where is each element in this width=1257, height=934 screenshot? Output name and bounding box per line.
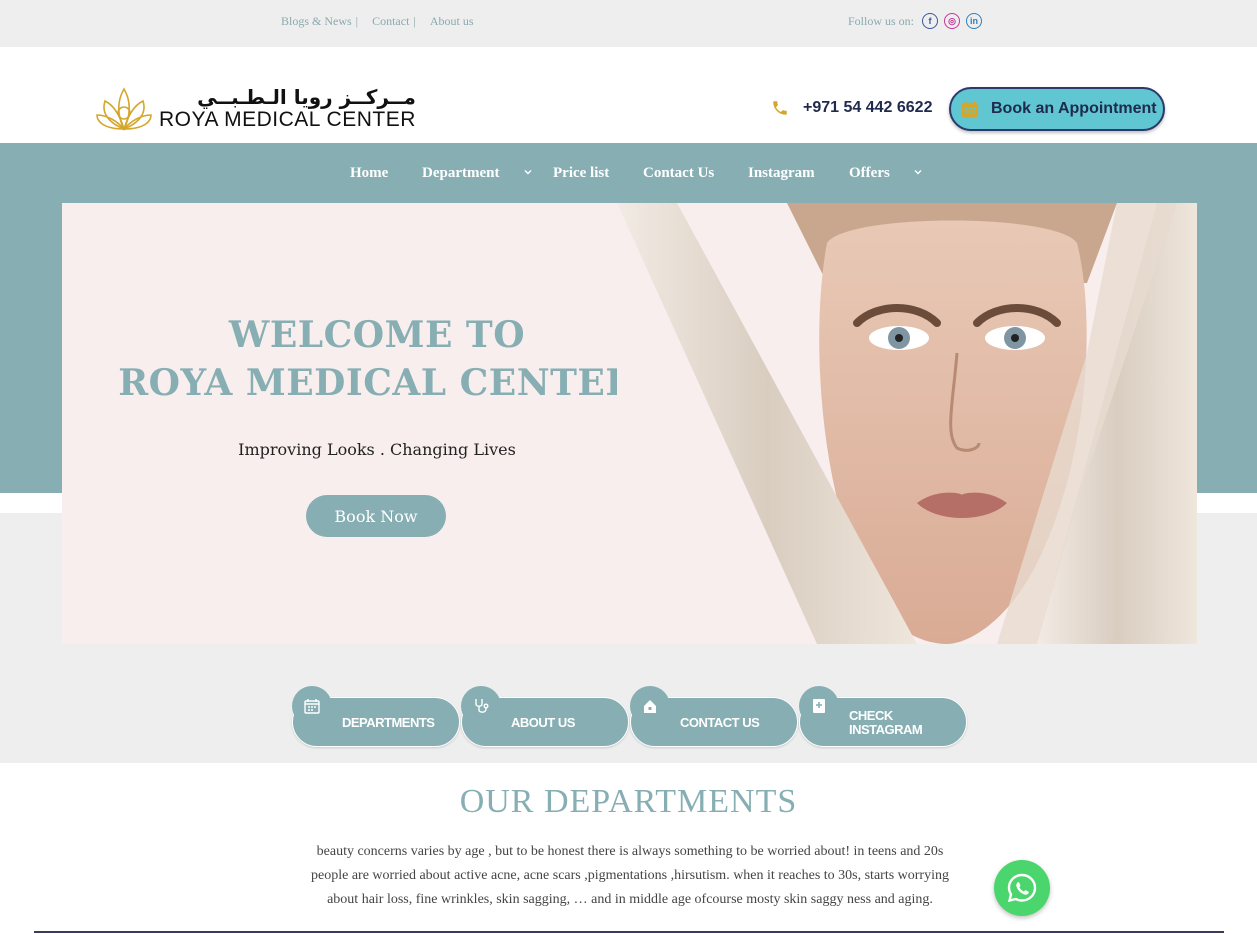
nav-item-home[interactable]: Home [350,165,388,182]
logo-english: ROYA MEDICAL CENTER [159,108,416,131]
top-link-separator: | [413,14,416,28]
contact-us-label: CONTACT US [680,715,760,730]
logo[interactable]: مــركــز رويا الـطـبــي ROYA MEDICAL CEN… [95,85,416,133]
nav-item-instagram[interactable]: Instagram [748,165,815,182]
facebook-icon[interactable]: f [922,13,939,29]
top-links: Blogs & News | Contact | About us [281,14,473,29]
departments-description: beauty concerns varies by age , but to b… [311,844,949,907]
calendar-icon [292,686,332,726]
top-link-contact[interactable]: Contact [372,14,409,29]
calendar-icon [961,100,979,118]
hero-title-line1: WELCOME TO [228,314,526,356]
top-link-blogs[interactable]: Blogs & News [281,14,352,29]
nav-item-price-list[interactable]: Price list [553,165,609,182]
book-now-button[interactable]: Book Now [306,495,446,537]
main-nav: Home Department Price list Contact Us In… [0,143,1257,203]
whatsapp-button[interactable] [994,860,1050,916]
hero-title-line2: ROYA MEDICAL CENTER [118,362,636,404]
book-appointment-button[interactable]: Book an Appointment [949,87,1165,131]
top-bar: Blogs & News | Contact | About us Follow… [0,0,1257,47]
chevron-down-icon[interactable] [523,167,533,177]
departments-label: DEPARTMENTS [342,715,435,730]
hero-banner: WELCOME TO ROYA MEDICAL CENTER Improving… [62,203,1197,644]
logo-arabic: مــركــز رويا الـطـبــي [197,85,416,109]
social-follow: Follow us on: f ◎ in [848,13,983,29]
top-link-separator: | [355,14,359,28]
phone-icon [773,101,787,115]
follow-label: Follow us on: [848,13,915,28]
home-icon [630,686,670,726]
check-instagram-label-line2: INSTAGRAM [849,722,923,737]
linkedin-icon[interactable]: in [966,13,983,29]
bottom-divider [34,931,1224,933]
whatsapp-icon [1007,873,1037,903]
chevron-down-icon[interactable] [913,167,923,177]
departments-heading: OUR DEPARTMENTS [459,783,798,820]
book-icon [799,686,839,726]
stethoscope-icon [461,686,501,726]
lotus-logo-icon [96,87,152,131]
nav-item-department[interactable]: Department [422,165,499,182]
phone-number: +971 54 442 6622 [803,99,933,116]
instagram-icon[interactable]: ◎ [944,13,961,29]
hero-model-image [617,203,1197,644]
book-appointment-label: Book an Appointment [991,100,1157,117]
top-link-about[interactable]: About us [430,14,474,29]
logo-text: مــركــز رويا الـطـبــي ROYA MEDICAL CEN… [159,86,416,132]
about-us-label: ABOUT US [511,715,575,730]
hero-subtitle: Improving Looks . Changing Lives [238,440,516,459]
hero-title: WELCOME TO ROYA MEDICAL CENTER [62,311,692,407]
header: مــركــز رويا الـطـبــي ROYA MEDICAL CEN… [0,47,1257,143]
nav-item-contact-us[interactable]: Contact Us [643,165,714,182]
phone-contact[interactable]: +971 54 442 6622 [771,99,932,117]
check-instagram-label: CHECK INSTAGRAM [849,708,923,737]
check-instagram-label-line1: CHECK [849,708,893,723]
nav-item-offers[interactable]: Offers [849,165,890,182]
